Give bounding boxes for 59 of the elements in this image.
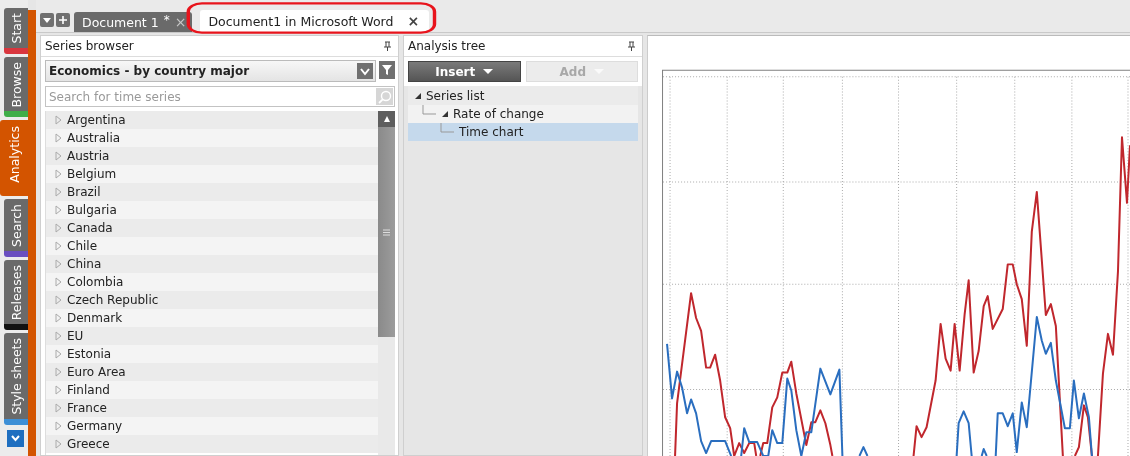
series-item[interactable]: Australia <box>46 129 378 147</box>
panel-title: Analysis tree <box>408 39 486 53</box>
series-item[interactable]: Belgium <box>46 165 378 183</box>
side-tab[interactable]: Start <box>4 8 28 54</box>
document-tab[interactable]: Document 1 * × <box>74 12 193 32</box>
caret-icon <box>42 15 52 25</box>
dropdown-button[interactable]: Insert <box>408 61 521 82</box>
series-item[interactable]: Czech Republic <box>46 291 378 309</box>
tree-item[interactable]: Time chart <box>408 123 638 141</box>
side-tab[interactable]: Releases <box>4 259 28 331</box>
pin-icon <box>383 41 392 51</box>
series-item[interactable]: Estonia <box>46 345 378 363</box>
series-item[interactable]: Finland <box>46 381 378 399</box>
side-tab[interactable]: Analytics <box>0 120 28 196</box>
series-item[interactable]: China <box>46 255 378 273</box>
side-tab[interactable]: Browse <box>4 56 28 118</box>
tab-label: Document 1 <box>82 14 159 30</box>
expand-arrow-icon <box>414 92 422 100</box>
search-field[interactable]: Search for time series <box>45 86 395 107</box>
database-dropdown[interactable]: Economics - by country major <box>45 60 376 82</box>
grip-icon <box>383 228 390 236</box>
scroll-thumb[interactable] <box>378 127 395 337</box>
caret-icon <box>483 68 494 75</box>
panel-title: Series browser <box>45 39 134 53</box>
expand-button[interactable] <box>7 429 24 447</box>
series-item[interactable]: Brazil <box>46 183 378 201</box>
document-tab[interactable]: Document1 in Microsoft Word × <box>200 10 430 32</box>
expand-arrow-icon <box>441 110 449 118</box>
series-item[interactable]: Argentina <box>46 111 378 129</box>
menu-button[interactable] <box>40 13 54 27</box>
new-tab-button[interactable] <box>56 13 70 27</box>
connector-line <box>440 123 455 133</box>
scroll-up-button[interactable] <box>378 111 395 127</box>
series-item[interactable]: Denmark <box>46 309 378 327</box>
side-tab[interactable]: Style sheets <box>4 333 28 425</box>
series-item[interactable]: EU <box>46 327 378 345</box>
filter-icon <box>381 64 393 76</box>
series-item[interactable]: Greece <box>46 435 378 453</box>
close-button[interactable]: × <box>407 13 420 29</box>
connector-line <box>422 105 437 115</box>
series-item[interactable]: Bulgaria <box>46 201 378 219</box>
series-item[interactable]: Canada <box>46 219 378 237</box>
chevron-icon <box>359 66 371 76</box>
tab-label: Document1 in Microsoft Word <box>208 13 394 29</box>
series-item[interactable]: France <box>46 399 378 417</box>
chevron-icon <box>10 433 21 444</box>
side-tab[interactable]: Search <box>4 198 28 257</box>
series-item[interactable]: Colombia <box>46 273 378 291</box>
filter-button[interactable] <box>379 61 395 79</box>
modified-mark: * <box>163 13 170 27</box>
series-item[interactable]: Austria <box>46 147 378 165</box>
series-item[interactable]: Chile <box>46 237 378 255</box>
tree-item[interactable]: Rate of change <box>408 105 638 123</box>
plus-icon <box>58 15 68 25</box>
series-item[interactable]: Germany <box>46 417 378 435</box>
pin-icon <box>627 41 636 51</box>
search-icon <box>377 89 392 104</box>
series-item[interactable]: Euro Area <box>46 363 378 381</box>
caret-icon <box>382 115 391 123</box>
